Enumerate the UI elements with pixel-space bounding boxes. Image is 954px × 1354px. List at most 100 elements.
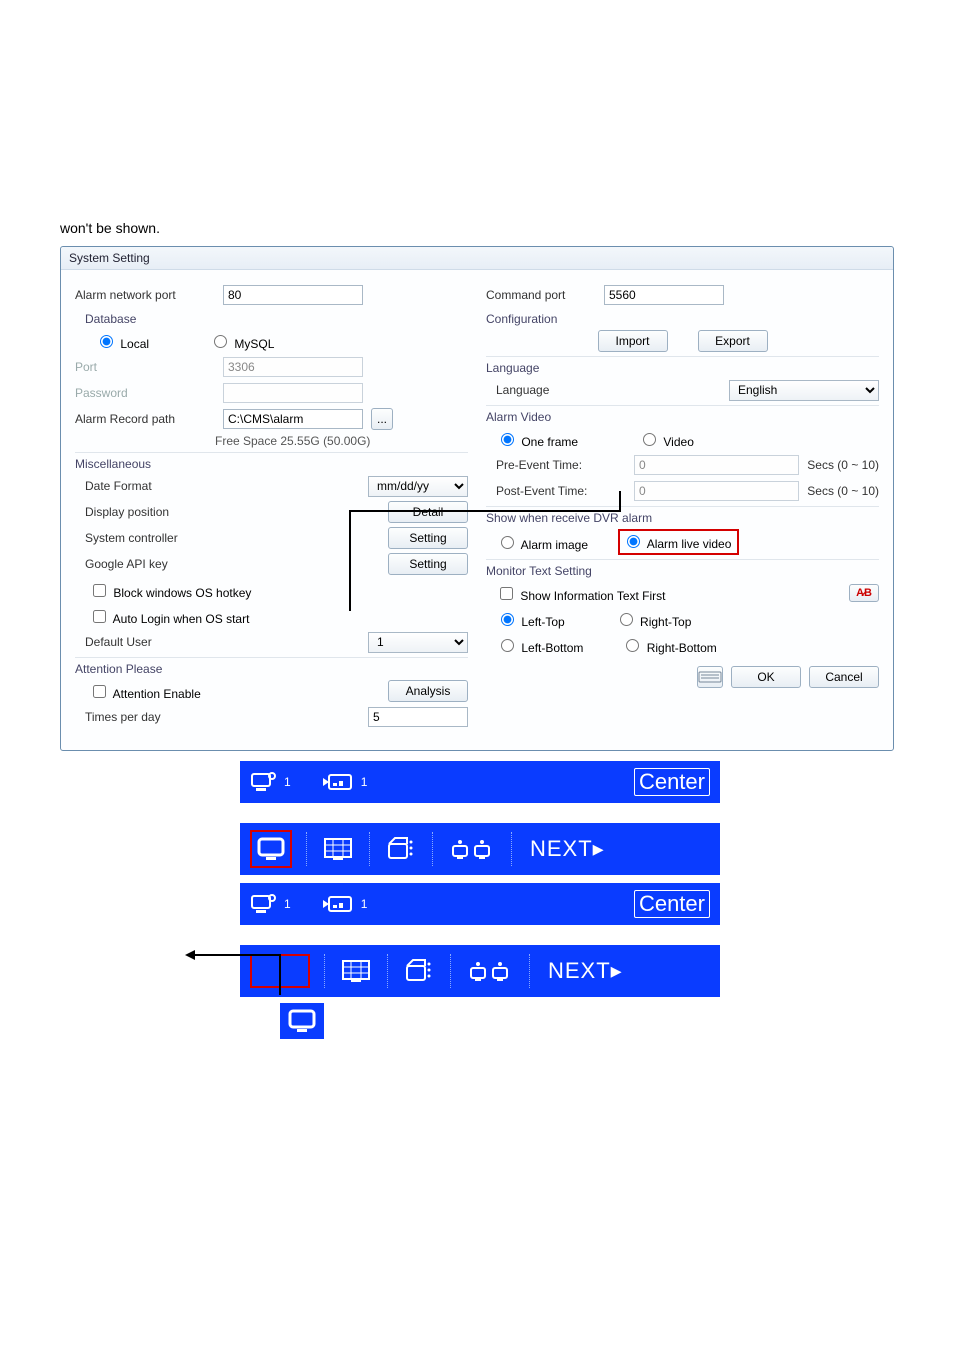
next-button-2[interactable]: NEXT▸: [544, 958, 627, 984]
next-button-1[interactable]: NEXT▸: [526, 836, 609, 862]
right-top-radio[interactable]: Right-Top: [615, 610, 692, 629]
default-user-label: Default User: [85, 635, 225, 649]
monitor-button-1-highlight: [250, 830, 292, 868]
right-bottom-label: Right-Bottom: [647, 641, 717, 655]
preset-icon: [385, 836, 417, 862]
export-button[interactable]: Export: [698, 330, 768, 352]
left-column: Alarm network port Database Local MySQL …: [75, 280, 468, 732]
post-event-input: [634, 481, 799, 501]
left-top-radio[interactable]: Left-Top: [496, 610, 565, 629]
monitor-icon: [256, 836, 286, 862]
db-mysql-radio[interactable]: MySQL: [209, 332, 274, 351]
grid-icon: [341, 959, 371, 983]
alarm-record-path-input[interactable]: [223, 409, 363, 429]
record-icon: [321, 893, 355, 915]
monitor-text-title: Monitor Text Setting: [486, 559, 879, 578]
block-hotkey-label: Block windows OS hotkey: [113, 586, 251, 600]
alarm-record-path-label: Alarm Record path: [75, 412, 215, 426]
analysis-button[interactable]: Analysis: [388, 680, 468, 702]
pretext: won't be shown.: [60, 220, 894, 236]
port-label: Port: [75, 360, 215, 374]
ptz-button-1[interactable]: [447, 834, 497, 864]
pre-event-hint: Secs (0 ~ 10): [807, 458, 879, 472]
alarm-network-port-label: Alarm network port: [75, 288, 215, 302]
keyboard-icon-button[interactable]: [697, 666, 723, 688]
misc-title: Miscellaneous: [75, 452, 468, 471]
left-bottom-label: Left-Bottom: [521, 641, 583, 655]
configuration-title: Configuration: [486, 312, 879, 326]
db-local-radio[interactable]: Local: [95, 332, 149, 351]
right-bottom-radio[interactable]: Right-Bottom: [621, 636, 716, 655]
times-per-day-label: Times per day: [85, 710, 225, 724]
auto-login-checkbox[interactable]: Auto Login when OS start: [89, 607, 249, 626]
detail-button[interactable]: Detail: [388, 501, 468, 523]
block-hotkey-checkbox[interactable]: Block windows OS hotkey: [89, 581, 251, 600]
ok-button[interactable]: OK: [731, 666, 801, 688]
system-controller-label: System controller: [85, 531, 225, 545]
device-badge-2: 1: [250, 892, 291, 916]
show-info-first-checkbox[interactable]: Show Information Text First: [496, 584, 666, 603]
left-top-label: Left-Top: [521, 615, 564, 629]
dialog-title: System Setting: [61, 247, 893, 270]
show-dvr-title: Show when receive DVR alarm: [486, 506, 879, 525]
preset-button-1[interactable]: [384, 834, 418, 864]
one-frame-radio[interactable]: One frame: [496, 430, 578, 449]
password-label: Password: [75, 386, 215, 400]
alarm-live-video-highlight: Alarm live video: [618, 529, 739, 555]
device-icon: [250, 892, 278, 916]
date-format-select[interactable]: mm/dd/yy: [368, 476, 468, 497]
database-title: Database: [85, 312, 468, 326]
center-badge-2: Center: [634, 890, 710, 918]
post-event-label: Post-Event Time:: [496, 484, 626, 498]
alarm-live-video-radio[interactable]: Alarm live video: [622, 532, 731, 551]
system-setting-dialog: System Setting Alarm network port Databa…: [60, 246, 894, 751]
port-input: [223, 357, 363, 377]
toolbar-preview-1: 1 1 Center: [240, 761, 894, 875]
font-button[interactable]: A̷B: [849, 584, 879, 602]
grid-button-2[interactable]: [339, 956, 373, 986]
ptz-button-2[interactable]: [465, 956, 515, 986]
alarm-image-label: Alarm image: [521, 538, 588, 552]
language-title: Language: [486, 356, 879, 375]
right-column: Command port Configuration Import Export…: [486, 280, 879, 732]
keyboard-icon: [698, 664, 722, 690]
free-space-label: Free Space 25.55G (50.00G): [215, 434, 468, 448]
times-per-day-input[interactable]: [368, 707, 468, 727]
command-port-label: Command port: [486, 288, 596, 302]
center-badge-1: Center: [634, 768, 710, 796]
alarm-video-title: Alarm Video: [486, 405, 879, 424]
command-port-input[interactable]: [604, 285, 724, 305]
post-event-hint: Secs (0 ~ 10): [807, 484, 879, 498]
grid-button-1[interactable]: [321, 834, 355, 864]
pre-event-input: [634, 455, 799, 475]
attention-title: Attention Please: [75, 657, 468, 676]
monitor-button-1[interactable]: [254, 834, 288, 864]
preset-button-2[interactable]: [402, 956, 436, 986]
arrow-left-icon: [180, 945, 300, 1015]
show-info-first-label: Show Information Text First: [520, 589, 665, 603]
one-frame-label: One frame: [521, 435, 578, 449]
record-badge-1: 1: [321, 771, 368, 793]
language-select[interactable]: English: [729, 380, 879, 401]
attention-enable-label: Attention Enable: [113, 687, 201, 701]
left-bottom-radio[interactable]: Left-Bottom: [496, 636, 583, 655]
toolbar-preview-2: 1 1 Center: [240, 883, 894, 997]
right-top-label: Right-Top: [640, 615, 691, 629]
browse-button[interactable]: ...: [371, 408, 393, 430]
video-radio[interactable]: Video: [638, 430, 694, 449]
syscontroller-setting-button[interactable]: Setting: [388, 527, 468, 549]
cancel-button[interactable]: Cancel: [809, 666, 879, 688]
pre-event-label: Pre-Event Time:: [496, 458, 626, 472]
import-button[interactable]: Import: [598, 330, 668, 352]
attention-enable-checkbox[interactable]: Attention Enable: [89, 682, 201, 701]
auto-login-label: Auto Login when OS start: [113, 612, 250, 626]
default-user-select[interactable]: 1: [368, 632, 468, 653]
preset-icon: [403, 958, 435, 984]
alarm-live-video-label: Alarm live video: [647, 537, 732, 551]
googleapi-setting-button[interactable]: Setting: [388, 553, 468, 575]
alarm-image-radio[interactable]: Alarm image: [496, 533, 588, 552]
date-format-label: Date Format: [85, 479, 225, 493]
language-label: Language: [496, 383, 616, 397]
grid-icon: [323, 837, 353, 861]
alarm-network-port-input[interactable]: [223, 285, 363, 305]
